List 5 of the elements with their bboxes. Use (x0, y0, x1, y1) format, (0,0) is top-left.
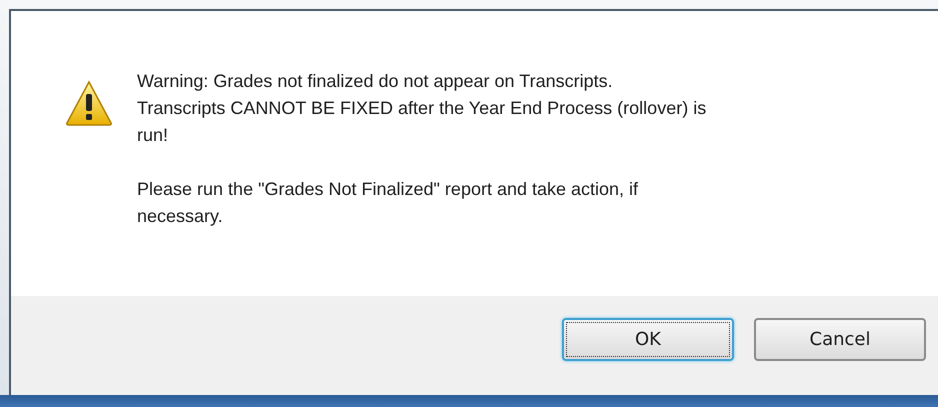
ok-button[interactable]: OK (562, 318, 734, 361)
message-text: Warning: Grades not finalized do not appear on Transcripts. Transcripts CANNOT BE FIXED after the Year End Process (rollover) is run! (137, 70, 708, 147)
warning-icon (65, 80, 113, 126)
cancel-button[interactable]: Cancel (754, 318, 926, 361)
message-text: Please run the "Grades Not Finalized" report and take action, if necessary. (137, 178, 640, 228)
